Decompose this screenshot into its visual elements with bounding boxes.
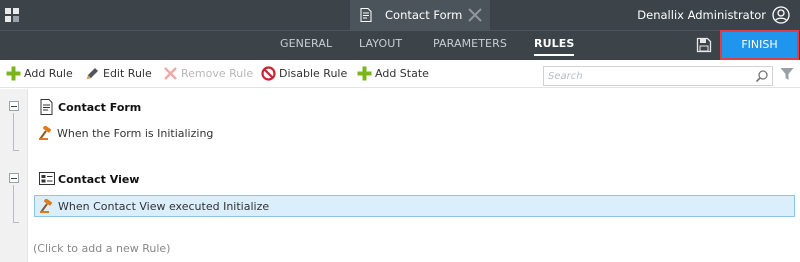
view-icon [39, 172, 55, 185]
rule-group-title: Contact View [58, 173, 140, 186]
gavel-icon [40, 199, 53, 213]
search-icon[interactable] [755, 69, 769, 83]
search-input[interactable] [544, 67, 744, 85]
add-rule-label: Add Rule [24, 67, 73, 80]
disable-rule-label: Disable Rule [279, 67, 348, 80]
floppy-disk-icon[interactable] [696, 37, 712, 53]
collapse-group-button[interactable] [9, 101, 19, 111]
close-x-icon[interactable] [467, 7, 483, 23]
rule-item[interactable]: When Contact View executed Initialize [34, 195, 795, 217]
document-tab[interactable]: Contact Form [350, 0, 490, 30]
designer-nav-bar: GENERAL LAYOUT PARAMETERS RULES [0, 30, 800, 60]
tree-connector [13, 113, 19, 151]
form-document-icon [360, 8, 372, 22]
form-document-icon [40, 99, 53, 115]
user-avatar-icon[interactable] [772, 6, 790, 24]
document-tab-title: Contact Form [385, 8, 463, 22]
no-entry-icon [261, 66, 276, 81]
tree-connector [13, 185, 19, 223]
user-name[interactable]: Denallix Administrator [637, 8, 766, 22]
edit-rule-label: Edit Rule [103, 67, 152, 80]
add-new-rule-hint[interactable]: (Click to add a new Rule) [33, 242, 170, 255]
gavel-icon [39, 126, 52, 140]
tab-general[interactable]: GENERAL [280, 37, 332, 50]
filter-funnel-icon[interactable] [780, 67, 794, 81]
search-box [543, 66, 773, 86]
tab-rules[interactable]: RULES [534, 37, 575, 56]
rule-group-title: Contact Form [58, 101, 142, 114]
plus-icon [6, 66, 21, 81]
collapse-group-button[interactable] [9, 173, 19, 183]
apps-grid-icon[interactable] [5, 8, 19, 22]
rule-label: When Contact View executed Initialize [58, 200, 270, 213]
x-icon [164, 67, 177, 80]
finish-button[interactable]: FINISH [720, 30, 799, 60]
pencil-icon [87, 68, 98, 79]
tab-parameters[interactable]: PARAMETERS [433, 37, 507, 50]
top-bar: Contact Form Denallix Administrator [0, 0, 800, 30]
add-state-label: Add State [375, 67, 429, 80]
rule-label: When the Form is Initializing [57, 127, 214, 140]
rule-item[interactable]: When the Form is Initializing [34, 123, 795, 145]
remove-rule-label: Remove Rule [181, 67, 254, 80]
tab-layout[interactable]: LAYOUT [359, 37, 402, 50]
rules-gutter [0, 89, 28, 262]
plus-icon [357, 66, 372, 81]
